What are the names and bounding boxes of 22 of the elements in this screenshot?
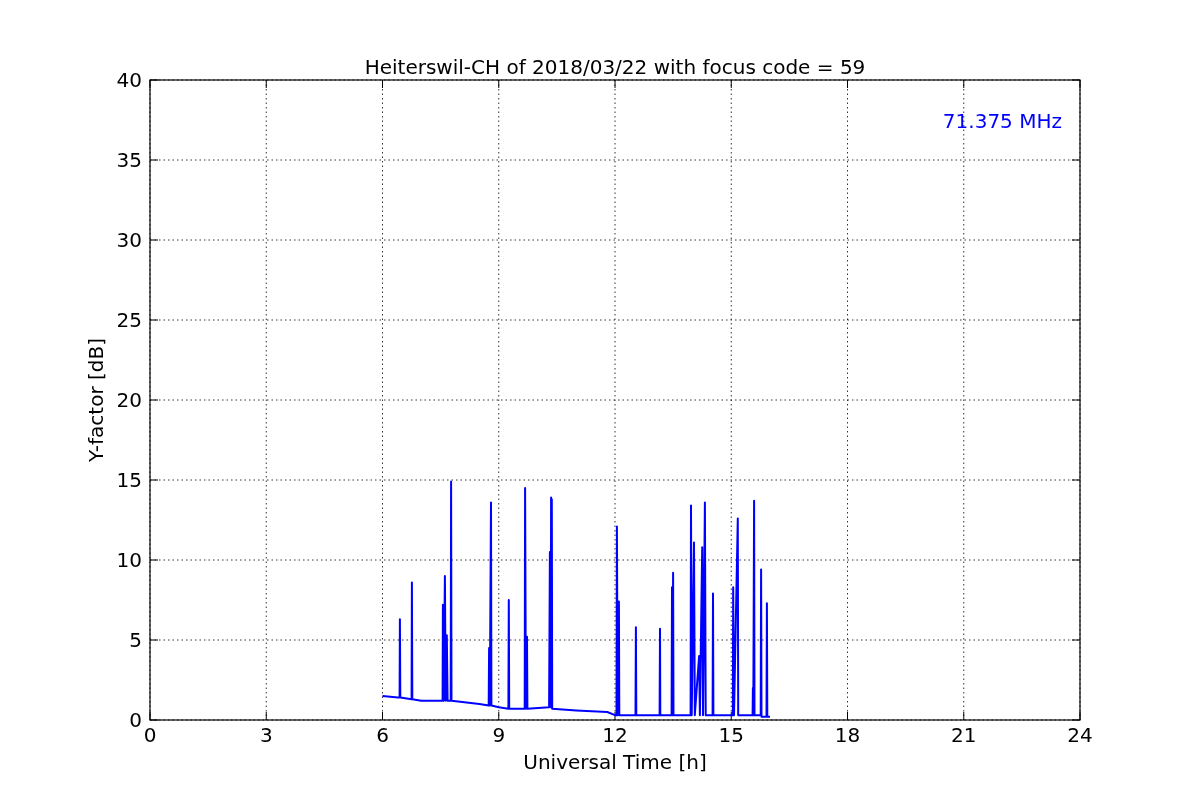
x-tick-label: 0 bbox=[143, 723, 157, 747]
y-axis-label: Y-factor [dB] bbox=[84, 338, 108, 462]
y-tick-label: 0 bbox=[129, 708, 142, 732]
y-tick-label: 40 bbox=[116, 68, 142, 92]
x-tick-label: 24 bbox=[1067, 723, 1093, 747]
series-label: 71.375 MHz bbox=[942, 109, 1062, 133]
x-tick-label: 21 bbox=[951, 723, 977, 747]
y-tick-label: 35 bbox=[116, 148, 142, 172]
y-tick-label: 10 bbox=[116, 548, 142, 572]
x-tick-label: 9 bbox=[492, 723, 506, 747]
x-tick-label: 15 bbox=[718, 723, 744, 747]
y-tick-label: 20 bbox=[116, 388, 142, 412]
x-axis-label: Universal Time [h] bbox=[523, 750, 707, 774]
chart-title: Heiterswil-CH of 2018/03/22 with focus code = 59 bbox=[364, 55, 866, 79]
x-tick-label: 6 bbox=[376, 723, 389, 747]
y-tick-label: 5 bbox=[129, 628, 142, 652]
y-tick-label: 30 bbox=[116, 228, 142, 252]
x-tick-label: 18 bbox=[834, 723, 861, 747]
x-tick-label: 3 bbox=[259, 723, 273, 747]
x-tick-label: 12 bbox=[602, 723, 628, 747]
y-tick-label: 15 bbox=[116, 468, 142, 492]
y-tick-label: 25 bbox=[116, 308, 142, 332]
